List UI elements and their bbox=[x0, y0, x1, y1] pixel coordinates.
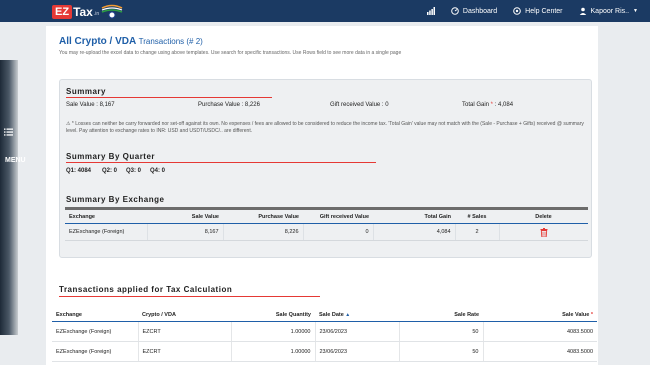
col-tx-crypto[interactable]: Crypto / VDA bbox=[138, 309, 231, 322]
cell-total-gain: 4,084 bbox=[372, 223, 455, 241]
cell-gift-value: 0 bbox=[302, 223, 373, 241]
cell-exchange: EZExchange (Foreign) bbox=[65, 223, 147, 241]
ez-tax-logo[interactable]: EZ Tax .in bbox=[52, 3, 99, 20]
total-gain-value: : 4,084 bbox=[494, 102, 514, 108]
signal-bars-icon bbox=[426, 7, 435, 15]
cell-tx-rate: 50 bbox=[398, 321, 483, 342]
table-row[interactable]: EZExchange (Foreign) EZCRT 1.00000 23/06… bbox=[52, 321, 597, 342]
page-description: You may re-upload the excel data to chan… bbox=[59, 50, 402, 56]
menu-vertical-label: MENU bbox=[5, 157, 26, 164]
col-tx-sale-date[interactable]: Sale Date ▲ bbox=[315, 309, 399, 322]
cell-tx-qty: 1.00000 bbox=[230, 341, 315, 362]
cell-tx-value: 4083.5000 bbox=[482, 341, 597, 362]
help-center-link[interactable]: Help Center bbox=[513, 7, 563, 15]
transactions-table-header: Exchange Crypto / VDA Sale Quantity Sale… bbox=[52, 309, 597, 322]
side-menu-toggle[interactable]: MENU bbox=[0, 60, 26, 335]
user-name: Kapoor Ris.. bbox=[590, 7, 630, 15]
transactions-underline bbox=[59, 296, 320, 297]
exchange-summary-table: Exchange Sale Value Purchase Value Gift … bbox=[65, 211, 588, 241]
help-center-label: Help Center bbox=[525, 7, 563, 15]
sort-ascending-icon: ▲ bbox=[345, 312, 351, 318]
col-tx-sale-rate[interactable]: Sale Rate bbox=[399, 309, 483, 322]
summary-purchase-value: Purchase Value : 8,226 bbox=[198, 102, 260, 108]
page-title-main: All Crypto / VDA bbox=[59, 36, 136, 47]
trash-icon[interactable] bbox=[540, 227, 548, 237]
cell-tx-date: 23/06/2023 bbox=[314, 341, 399, 362]
chevron-down-icon: ▼ bbox=[633, 8, 638, 14]
quarter-q4: Q4: 0 bbox=[150, 168, 166, 174]
col-gift-value: Gift received Value bbox=[303, 211, 373, 224]
summary-underline bbox=[66, 97, 272, 98]
cell-tx-exchange: EZExchange (Foreign) bbox=[52, 321, 138, 342]
cell-tx-crypto: EZCRT bbox=[137, 341, 231, 362]
sale-date-label: Sale Date bbox=[319, 312, 344, 318]
cell-tx-value: 4083.5000 bbox=[482, 321, 597, 342]
quarter-q3: Q3: 0 bbox=[126, 168, 142, 174]
total-gain-label: Total Gain bbox=[462, 102, 490, 108]
required-asterisk: * bbox=[489, 102, 494, 108]
col-sales-count: # Sales bbox=[455, 211, 499, 224]
col-total-gain: Total Gain bbox=[373, 211, 455, 224]
logo-ez-text: EZ bbox=[52, 4, 73, 19]
quarter-underline bbox=[66, 162, 376, 163]
exchange-divider bbox=[65, 207, 588, 210]
exchange-table-header: Exchange Sale Value Purchase Value Gift … bbox=[65, 211, 588, 224]
main-content: All Crypto / VDA Transactions (# 2) You … bbox=[46, 26, 598, 365]
cell-sale-value: 8,167 bbox=[146, 223, 223, 241]
col-purchase-value: Purchase Value bbox=[223, 211, 303, 224]
col-exchange: Exchange bbox=[65, 211, 147, 224]
dashboard-link[interactable]: Dashboard bbox=[451, 7, 497, 15]
summary-gift-value: Gift received Value : 0 bbox=[330, 102, 389, 108]
cell-tx-rate: 50 bbox=[398, 341, 483, 362]
cell-delete bbox=[498, 223, 588, 241]
cell-tx-exchange: EZExchange (Foreign) bbox=[52, 341, 138, 362]
transactions-heading: Transactions applied for Tax Calculation bbox=[59, 285, 233, 294]
logo-domain-text: .in bbox=[93, 11, 100, 17]
user-menu[interactable]: Kapoor Ris.. ▼ bbox=[579, 7, 638, 15]
required-asterisk: * bbox=[589, 312, 593, 318]
sale-value-label: Sale Value bbox=[562, 312, 590, 318]
cell-tx-crypto: EZCRT bbox=[137, 321, 231, 342]
list-menu-icon bbox=[4, 128, 13, 136]
summary-heading: Summary bbox=[66, 87, 106, 96]
exchange-heading: Summary By Exchange bbox=[66, 195, 165, 204]
col-delete: Delete bbox=[499, 211, 588, 224]
cell-tx-date: 23/06/2023 bbox=[314, 321, 399, 342]
transactions-table: Exchange Crypto / VDA Sale Quantity Sale… bbox=[52, 309, 597, 362]
cell-tx-qty: 1.00000 bbox=[230, 321, 315, 342]
help-circle-icon bbox=[513, 7, 521, 15]
col-tx-exchange[interactable]: Exchange bbox=[52, 309, 138, 322]
dashboard-icon bbox=[451, 7, 459, 15]
summary-total-gain: Total Gain * : 4,084 bbox=[462, 102, 513, 108]
quarter-q1: Q1: 4084 bbox=[66, 168, 92, 174]
col-sale-value: Sale Value bbox=[147, 211, 223, 224]
table-row: EZExchange (Foreign) 8,167 8,226 0 4,084… bbox=[65, 223, 588, 241]
table-row[interactable]: EZExchange (Foreign) EZCRT 1.00000 23/06… bbox=[52, 341, 597, 362]
cell-purchase-value: 8,226 bbox=[222, 223, 303, 241]
user-icon bbox=[579, 7, 586, 15]
summary-panel: Summary Sale Value : 8,167 Purchase Valu… bbox=[59, 79, 592, 258]
cell-sales-count: 2 bbox=[454, 223, 499, 241]
logo-tax-text: Tax bbox=[73, 4, 93, 19]
top-navbar: EZ Tax .in Dashboard Help Center Kapoor … bbox=[0, 0, 650, 22]
col-tx-sale-value[interactable]: Sale Value * bbox=[483, 309, 597, 322]
india-emblem-icon bbox=[101, 4, 123, 19]
losses-warning-note: ⚠ * Losses can neither be carry forwarde… bbox=[66, 121, 584, 134]
page-title-count: Transactions (# 2) bbox=[138, 37, 203, 46]
col-tx-sale-qty[interactable]: Sale Quantity bbox=[231, 309, 315, 322]
quarter-heading: Summary By Quarter bbox=[66, 152, 156, 161]
quarter-q2: Q2: 0 bbox=[102, 168, 118, 174]
page-title: All Crypto / VDA Transactions (# 2) bbox=[59, 36, 203, 47]
summary-sale-value: Sale Value : 8,167 bbox=[66, 102, 115, 108]
dashboard-label: Dashboard bbox=[462, 7, 498, 15]
